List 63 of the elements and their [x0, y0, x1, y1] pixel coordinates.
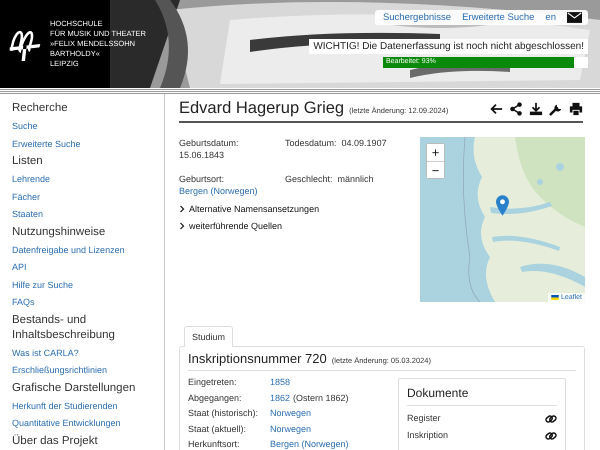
share-icon[interactable]: [509, 102, 523, 116]
sidebar-link[interactable]: Suche: [12, 118, 164, 136]
sidebar-heading: Recherche: [12, 101, 69, 116]
expander-label[interactable]: Alternative Namensansetzungen: [189, 204, 320, 214]
tab[interactable]: Studium: [184, 326, 234, 347]
back-arrow-icon[interactable]: [489, 102, 503, 116]
field-link[interactable]: 1858: [270, 375, 290, 390]
fact-label: Todesdatum:: [285, 137, 337, 150]
field-label: Abgegangen:: [188, 392, 243, 405]
sidebar-heading: Listen: [12, 154, 44, 169]
field-label: Eingetreten:: [188, 376, 238, 389]
wrench-icon[interactable]: [549, 102, 563, 116]
fact-value: 15.06.1843: [179, 149, 226, 161]
documents-title: Dokumente: [407, 379, 557, 406]
sidebar-link[interactable]: Hilfe zur Suche: [12, 276, 164, 294]
chevron-icon[interactable]: [179, 205, 185, 213]
field-label: Staat (historisch):: [188, 407, 260, 420]
field-label: Staat (aktuell):: [188, 422, 248, 436]
field-link[interactable]: 1862: [270, 390, 290, 406]
fact-link[interactable]: Bergen (Norwegen): [179, 185, 285, 197]
field-note: (Ostern 1862): [293, 392, 349, 405]
sidebar-link[interactable]: Datenfreigabe und Lizenzen: [12, 242, 164, 259]
field-link[interactable]: Bergen (Norwegen): [270, 437, 349, 450]
sidebar-link[interactable]: Staaten: [12, 206, 164, 224]
header-link[interactable]: en: [545, 12, 556, 23]
sidebar-link[interactable]: Fächer: [12, 188, 164, 206]
sidebar-heading: Bestands- und Inhaltsbeschreibung: [12, 312, 116, 342]
sidebar-link[interactable]: Was ist CARLA?: [12, 344, 164, 362]
map-marker-icon: [496, 195, 509, 216]
person-name: Edvard Hagerup Grieg: [179, 99, 344, 118]
sidebar-link[interactable]: Erschließungsrichtlinien: [12, 362, 164, 380]
sidebar-heading: Über das Projekt: [12, 434, 99, 448]
chevron-icon[interactable]: [179, 222, 185, 230]
document-name: Inskription: [407, 429, 448, 442]
inscription-title: Inskriptionsnummer 720: [188, 351, 327, 366]
link-icon[interactable]: [545, 412, 557, 424]
field-link[interactable]: Norwegen: [270, 406, 312, 422]
sidebar-link[interactable]: Lehrende: [12, 171, 164, 188]
expander-label[interactable]: weiterführende Quellen: [189, 221, 282, 231]
fact-label: Geburtsdatum:: [179, 137, 240, 149]
fact-label: Geschlecht:: [285, 173, 333, 186]
fact-value: 04.09.1907: [342, 137, 387, 150]
sidebar-heading: Grafische Darstellungen: [12, 380, 136, 396]
sidebar-link[interactable]: Quantitative Entwicklungen: [12, 415, 164, 432]
sidebar-link[interactable]: Erweiterte Suche: [12, 136, 164, 153]
notice-banner: WICHTIG! Die Datenerfassung ist noch nicht abgeschlossen!: [309, 39, 588, 54]
link-icon[interactable]: [545, 430, 557, 442]
document-name: Register: [407, 412, 441, 425]
sidebar-link[interactable]: Herkunft der Studierenden: [12, 398, 164, 415]
print-icon[interactable]: [569, 102, 583, 116]
header-link[interactable]: Suchergebnisse: [382, 12, 452, 23]
fact-value: männlich: [338, 173, 374, 186]
download-icon[interactable]: [529, 102, 543, 116]
flag-icon: [550, 295, 559, 300]
zoom-out-button[interactable]: −: [427, 161, 444, 178]
field-label: Herkunftsort:: [188, 438, 241, 450]
sidebar-link[interactable]: FAQs: [12, 294, 164, 312]
sidebar-link[interactable]: API: [12, 259, 164, 276]
envelope-icon[interactable]: [567, 12, 582, 23]
sidebar-heading: Nutzungshinweise: [12, 224, 106, 240]
field-link[interactable]: Norwegen: [270, 422, 312, 437]
fact-label: Geburtsort:: [179, 173, 226, 185]
header-link[interactable]: Erweiterte Suche: [462, 12, 534, 23]
